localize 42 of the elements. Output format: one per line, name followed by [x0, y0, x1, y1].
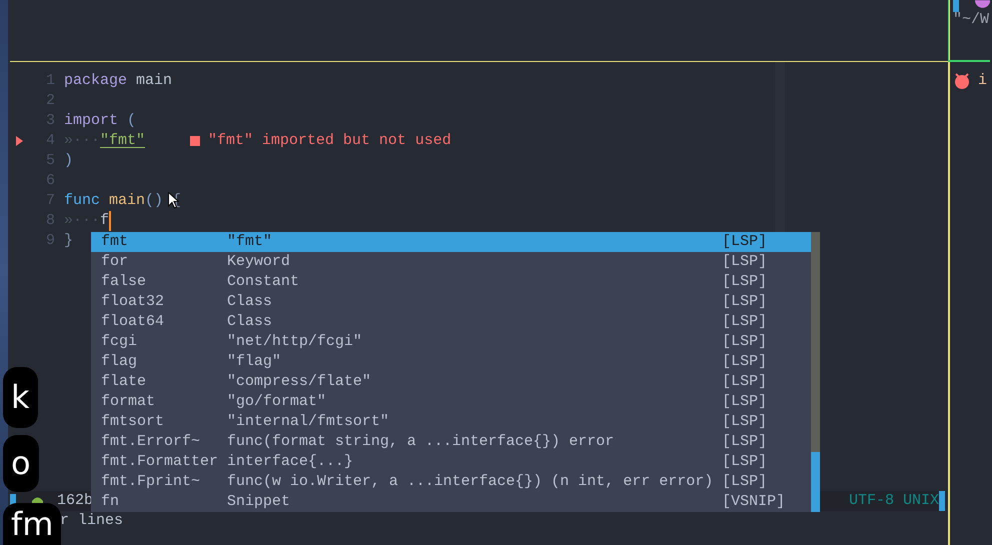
encoding-text: UTF-8 UNIX: [848, 491, 939, 511]
completion-item[interactable]: format "go/format" [LSP]: [91, 392, 811, 412]
completion-item[interactable]: false Constant [LSP]: [91, 272, 811, 292]
string-literal: "fmt": [100, 131, 146, 151]
diagnostic-message: "fmt" imported but not used: [208, 131, 452, 151]
scrollbar[interactable]: [811, 232, 820, 512]
punctuation-text: (: [127, 111, 136, 131]
scrollbar-thumb[interactable]: [811, 452, 820, 512]
bug-icon: [954, 73, 970, 90]
mode-indicator: [939, 491, 945, 511]
completion-item[interactable]: fn Snippet [VSNIP]: [91, 492, 811, 512]
key-overlay: o: [3, 435, 39, 492]
keyword-text: func: [64, 191, 100, 211]
completion-item[interactable]: fmtsort "internal/fmtsort" [LSP]: [91, 412, 811, 432]
completion-item[interactable]: float32 Class [LSP]: [91, 292, 811, 312]
completion-item[interactable]: flag "flag" [LSP]: [91, 352, 811, 372]
mode-indicator: [953, 0, 959, 12]
completion-item[interactable]: float64 Class [LSP]: [91, 312, 811, 332]
function-name: main: [109, 191, 146, 211]
error-marker: [190, 136, 200, 146]
punctuation-text: (): [145, 191, 164, 211]
keyword-text: package: [64, 71, 128, 91]
completion-item[interactable]: fmt.Fprint~ func(w io.Writer, a ...interface{}) (n int, err error) [LSP]: [91, 472, 811, 492]
indent-marker: »···: [64, 131, 100, 151]
completion-item[interactable]: flate "compress/flate" [LSP]: [91, 372, 811, 392]
path-text: "~/W: [952, 12, 990, 28]
completion-item[interactable]: fmt.Formatter interface{...} [LSP]: [91, 452, 811, 472]
indent-marker: »···: [64, 211, 100, 231]
key-overlay: fm: [3, 503, 62, 545]
completion-item[interactable]: fmt "fmt" [LSP]: [91, 232, 811, 252]
completion-item[interactable]: for Keyword [LSP]: [91, 252, 811, 272]
completion-item[interactable]: fmt.Errorf~ func(format string, a ...interface{}) error [LSP]: [91, 432, 811, 452]
brace-text: }: [64, 231, 74, 251]
punctuation-text: ): [64, 151, 74, 171]
identifier-text: main: [136, 71, 172, 91]
key-overlay: k: [3, 367, 38, 428]
item-text: i: [978, 71, 988, 91]
keyword-text: import: [64, 111, 118, 131]
completion-item[interactable]: fcgi "net/http/fcgi" [LSP]: [91, 332, 811, 352]
identifier-text: f: [100, 211, 110, 231]
mouse-pointer-icon: [168, 192, 179, 209]
command-line-text: r lines: [60, 512, 124, 529]
